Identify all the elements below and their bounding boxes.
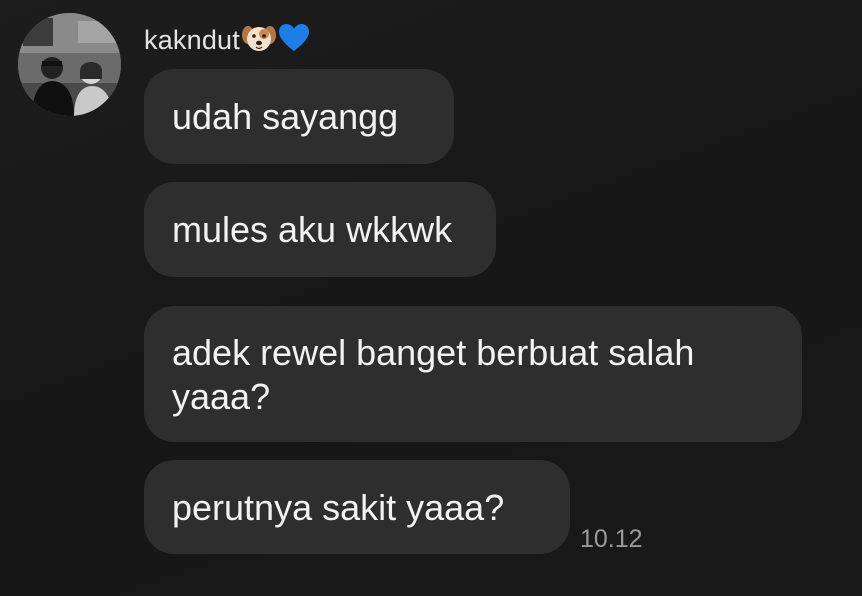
sender-name: kakndut bbox=[144, 24, 240, 55]
chat-thread: kakndut udah sayangg mules aku wkkwk ade… bbox=[0, 0, 862, 596]
message-bubble[interactable]: udah sayangg bbox=[144, 69, 454, 164]
blue-heart-emoji bbox=[278, 23, 310, 58]
message-text: udah sayangg bbox=[172, 96, 399, 137]
message-text: mules aku wkkwk bbox=[172, 209, 453, 250]
message-bubble[interactable]: perutnya sakit yaaa? bbox=[144, 460, 570, 554]
avatar-photo bbox=[18, 13, 121, 116]
message-bubble[interactable]: mules aku wkkwk bbox=[144, 182, 496, 277]
message-timestamp: 10.12 bbox=[580, 525, 643, 553]
message-text: perutnya sakit yaaa? bbox=[172, 487, 505, 528]
message-bubble[interactable]: adek rewel banget berbuat salah yaaa? bbox=[144, 306, 802, 442]
dog-face-emoji bbox=[241, 23, 276, 58]
message-text: adek rewel banget berbuat salah yaaa? bbox=[172, 332, 695, 417]
avatar[interactable] bbox=[18, 13, 121, 116]
sender-header: kakndut bbox=[144, 22, 310, 58]
